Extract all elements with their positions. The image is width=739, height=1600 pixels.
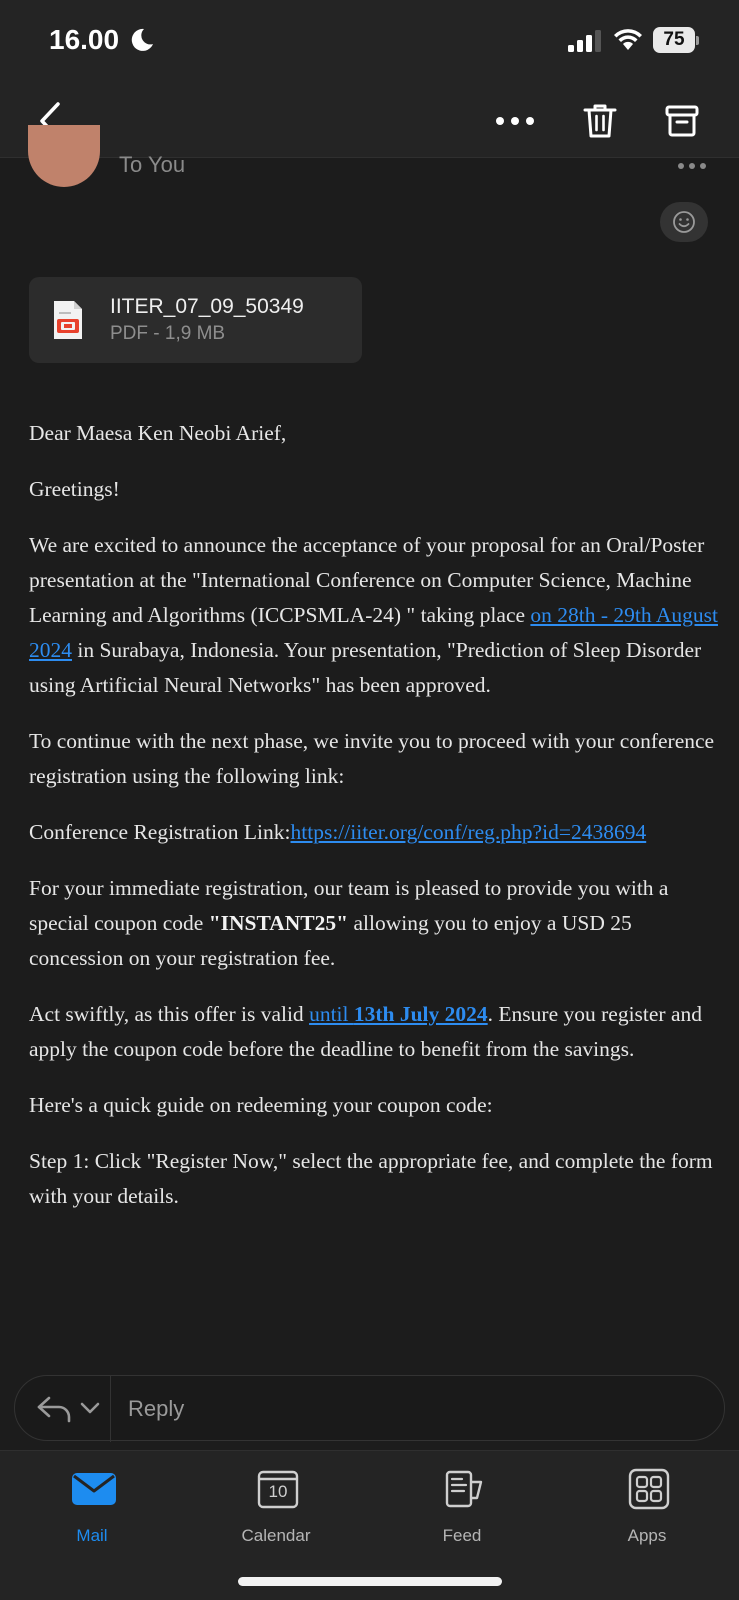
sender-avatar[interactable] (28, 125, 100, 187)
email-paragraph-next-phase: To continue with the next phase, we invi… (29, 729, 715, 788)
chevron-down-icon[interactable] (79, 1400, 101, 1416)
deadline-link[interactable]: until 13th July 2024 (309, 1002, 488, 1026)
email-greeting: Dear Maesa Ken Neobi Arief, (29, 421, 287, 445)
email-paragraph-coupon: For your immediate registration, our tea… (29, 871, 719, 976)
trash-icon (583, 104, 617, 138)
reply-arrow-icon[interactable] (35, 1394, 73, 1424)
calendar-day-number: 10 (268, 1482, 288, 1501)
email-text: Act swiftly, as this offer is valid (29, 1002, 310, 1026)
moon-icon (131, 28, 153, 51)
status-time: 16.00 (49, 24, 120, 55)
more-horizontal-icon[interactable] (676, 160, 708, 172)
calendar-icon: 10 (256, 1468, 300, 1510)
pdf-file-icon (54, 301, 82, 339)
email-paragraph-step1: Step 1: Click "Register Now," select the… (29, 1149, 713, 1208)
email-paragraph-deadline: Act swiftly, as this offer is valid unti… (29, 997, 719, 1067)
tab-calendar[interactable]: 10 Calendar (216, 1451, 336, 1561)
coupon-code: "INSTANT25" (208, 911, 349, 935)
smiley-icon (673, 211, 695, 233)
registration-link[interactable]: https://iiter.org/conf/reg.php?id=243869… (291, 820, 647, 844)
status-bar: 16.00 75 (0, 0, 739, 84)
email-paragraph-guide: Here's a quick guide on redeeming your c… (29, 1093, 493, 1117)
attachment-meta: PDF - 1,9 MB (110, 323, 226, 344)
battery-level: 75 (663, 29, 685, 50)
email-text: in Surabaya, Indonesia. Your presentatio… (29, 638, 702, 697)
reaction-button[interactable] (660, 202, 708, 242)
tab-label: Mail (76, 1526, 108, 1545)
archive-button[interactable] (662, 84, 702, 158)
attachment-name: IITER_07_09_50349 (110, 295, 304, 318)
tab-apps[interactable]: Apps (587, 1451, 707, 1561)
attachment-card[interactable]: IITER_07_09_50349 PDF - 1,9 MB (29, 277, 362, 363)
tab-label: Calendar (241, 1526, 311, 1545)
email-greetings: Greetings! (29, 477, 120, 501)
more-options-button[interactable] (490, 84, 540, 158)
tab-label: Apps (627, 1526, 667, 1545)
tab-feed[interactable]: Feed (402, 1451, 522, 1561)
wifi-icon (614, 29, 642, 50)
tab-label: Feed (442, 1526, 482, 1545)
email-paragraph-acceptance: We are excited to announce the acceptanc… (29, 528, 719, 703)
mail-icon (72, 1473, 116, 1505)
cellular-signal-icon (568, 30, 601, 52)
tab-mail[interactable]: Mail (32, 1451, 152, 1561)
reply-divider (110, 1376, 111, 1442)
message-toolbar (0, 84, 739, 158)
more-horizontal-icon (496, 117, 534, 125)
apps-grid-icon (628, 1468, 670, 1510)
delete-button[interactable] (580, 84, 620, 158)
battery-tip (696, 36, 699, 45)
home-indicator[interactable] (238, 1577, 502, 1586)
deadline-link-prefix: until (309, 1002, 354, 1026)
deadline-date: 13th July 2024 (353, 1002, 488, 1026)
mail-screen: 16.00 75 To You IITER_07_09_50349 PDF - … (0, 0, 739, 1600)
reply-bar[interactable]: Reply (14, 1375, 725, 1442)
email-paragraph-registration: Conference Registration Link:https://iit… (29, 815, 719, 850)
archive-icon (665, 105, 699, 137)
email-body: Dear Maesa Ken Neobi Arief, Greetings! W… (29, 416, 719, 1235)
registration-link-label: Conference Registration Link: (29, 820, 291, 844)
reply-placeholder[interactable]: Reply (128, 1396, 184, 1422)
recipient-label[interactable]: To You (119, 152, 185, 178)
battery-indicator: 75 (653, 27, 699, 53)
feed-icon (445, 1470, 483, 1508)
